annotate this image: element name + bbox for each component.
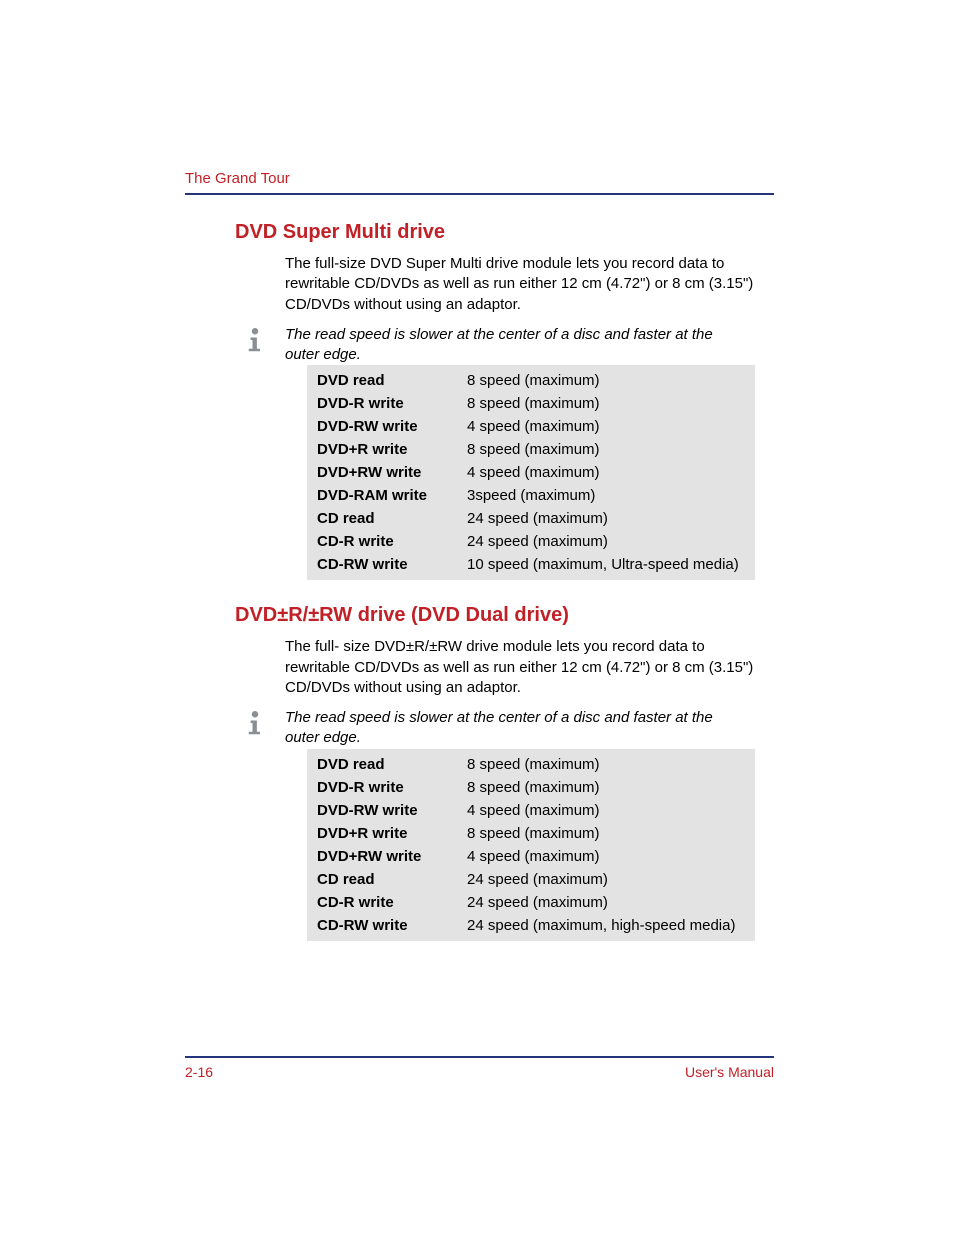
spec-row: DVD-RW write4 speed (maximum) <box>307 799 755 822</box>
note-text-multi: The read speed is slower at the center o… <box>285 325 745 366</box>
spec-row: DVD-RW write4 speed (maximum) <box>307 415 755 438</box>
spec-value: 4 speed (maximum) <box>467 802 745 819</box>
page-number: 2-16 <box>185 1064 213 1080</box>
section-title-dual: DVD±R/±RW drive (DVD Dual drive) <box>235 604 774 627</box>
spec-row: CD-R write24 speed (maximum) <box>307 891 755 914</box>
spec-row: DVD read8 speed (maximum) <box>307 753 755 776</box>
footer-rule <box>185 1056 774 1058</box>
running-head: The Grand Tour <box>185 170 774 187</box>
spec-row: DVD+R write8 speed (maximum) <box>307 822 755 845</box>
spec-value: 8 speed (maximum) <box>467 779 745 796</box>
section-title-multi: DVD Super Multi drive <box>235 221 774 244</box>
spec-label: DVD+RW write <box>317 848 467 865</box>
spec-value: 8 speed (maximum) <box>467 372 745 389</box>
page-footer: 2-16 User's Manual <box>185 1056 774 1080</box>
spec-value: 24 speed (maximum) <box>467 894 745 911</box>
spec-value: 24 speed (maximum) <box>467 871 745 888</box>
spec-row: DVD+RW write4 speed (maximum) <box>307 461 755 484</box>
spec-row: DVD+RW write4 speed (maximum) <box>307 845 755 868</box>
spec-row: CD-RW write24 speed (maximum, high-speed… <box>307 914 755 937</box>
spec-row: CD read24 speed (maximum) <box>307 507 755 530</box>
spec-row: DVD-R write8 speed (maximum) <box>307 776 755 799</box>
spec-label: DVD+R write <box>317 825 467 842</box>
spec-table-dual: DVD read8 speed (maximum)DVD-R write8 sp… <box>307 749 755 941</box>
spec-value: 4 speed (maximum) <box>467 418 745 435</box>
spec-label: DVD-R write <box>317 779 467 796</box>
spec-label: DVD+R write <box>317 441 467 458</box>
spec-label: CD read <box>317 871 467 888</box>
spec-row: CD-R write24 speed (maximum) <box>307 530 755 553</box>
spec-value: 4 speed (maximum) <box>467 464 745 481</box>
spec-label: CD-R write <box>317 894 467 911</box>
spec-row: DVD+R write8 speed (maximum) <box>307 438 755 461</box>
info-icon <box>240 325 270 355</box>
spec-value: 8 speed (maximum) <box>467 441 745 458</box>
spec-value: 24 speed (maximum) <box>467 533 745 550</box>
spec-label: DVD-RW write <box>317 418 467 435</box>
spec-label: DVD read <box>317 756 467 773</box>
spec-value: 24 speed (maximum) <box>467 510 745 527</box>
page: The Grand Tour DVD Super Multi drive The… <box>0 0 954 1235</box>
doc-title: User's Manual <box>685 1064 774 1080</box>
spec-value: 10 speed (maximum, Ultra-speed media) <box>467 556 745 573</box>
note-block-dual: The read speed is slower at the center o… <box>240 708 774 749</box>
spec-value: 8 speed (maximum) <box>467 825 745 842</box>
spec-label: DVD read <box>317 372 467 389</box>
spec-value: 8 speed (maximum) <box>467 756 745 773</box>
spec-value: 4 speed (maximum) <box>467 848 745 865</box>
spec-label: DVD-RW write <box>317 802 467 819</box>
spec-label: CD-RW write <box>317 556 467 573</box>
spec-row: DVD read8 speed (maximum) <box>307 369 755 392</box>
spec-label: CD-RW write <box>317 917 467 934</box>
spec-row: DVD-R write8 speed (maximum) <box>307 392 755 415</box>
section-body-multi: The full-size DVD Super Multi drive modu… <box>285 254 755 315</box>
spec-label: DVD-RAM write <box>317 487 467 504</box>
note-block-multi: The read speed is slower at the center o… <box>240 325 774 366</box>
spec-value: 8 speed (maximum) <box>467 395 745 412</box>
spec-value: 3speed (maximum) <box>467 487 745 504</box>
spec-label: CD read <box>317 510 467 527</box>
top-rule <box>185 193 774 195</box>
info-icon <box>240 708 270 738</box>
section-body-dual: The full- size DVD±R/±RW drive module le… <box>285 637 755 698</box>
spec-row: CD read24 speed (maximum) <box>307 868 755 891</box>
spec-label: DVD-R write <box>317 395 467 412</box>
spec-row: DVD-RAM write3speed (maximum) <box>307 484 755 507</box>
note-text-dual: The read speed is slower at the center o… <box>285 708 745 749</box>
spec-value: 24 speed (maximum, high-speed media) <box>467 917 745 934</box>
spec-label: DVD+RW write <box>317 464 467 481</box>
spec-label: CD-R write <box>317 533 467 550</box>
spec-table-multi: DVD read8 speed (maximum)DVD-R write8 sp… <box>307 365 755 580</box>
spec-row: CD-RW write10 speed (maximum, Ultra-spee… <box>307 553 755 576</box>
